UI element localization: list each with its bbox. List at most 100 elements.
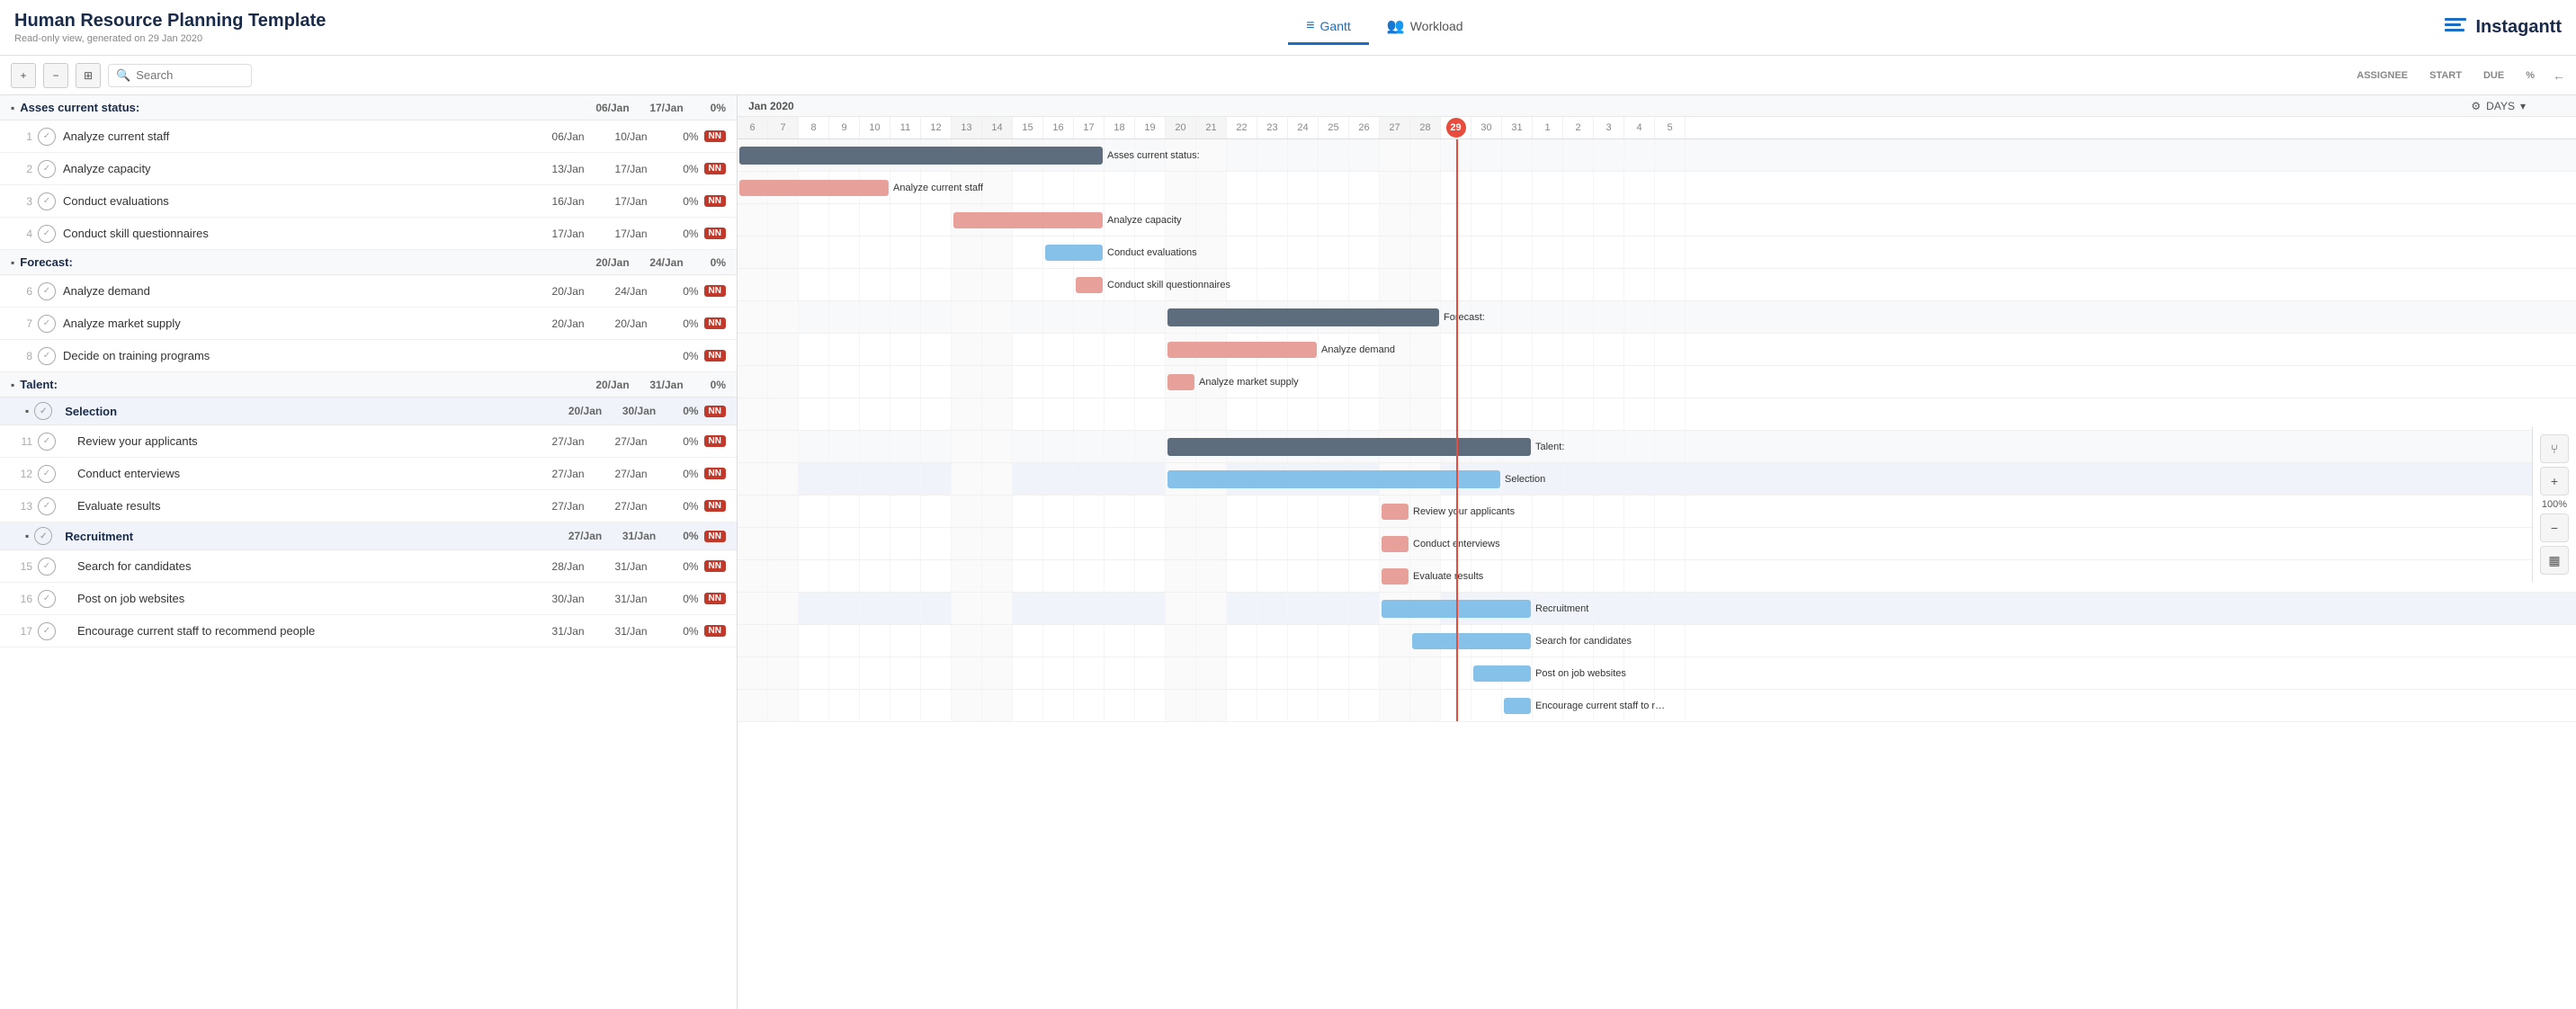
gantt-header: Jan 2020 ⚙ DAYS ▾ 6789101112131415161718…	[738, 95, 2576, 139]
task-num: 6	[11, 285, 32, 298]
logo: Instagantt	[2443, 13, 2562, 43]
bar-chart-button[interactable]: ▦	[2540, 546, 2569, 575]
subgroup-recruitment-label: Recruitment	[65, 530, 558, 543]
group-talent-start: 20/Jan	[586, 379, 640, 391]
search-input[interactable]	[136, 68, 244, 82]
collapse-recruitment[interactable]: ▪	[25, 530, 29, 542]
branch-button[interactable]: ⑂	[2540, 434, 2569, 463]
search-icon: 🔍	[116, 68, 130, 83]
task-row: 2 ✓ Analyze capacity 13/Jan 17/Jan 0% NN	[0, 153, 737, 185]
chevron-down-icon: ▾	[2520, 100, 2526, 112]
gantt-bar	[953, 212, 1103, 228]
task-check-icon: ✓	[38, 192, 56, 210]
task-name: Encourage current staff to recommend peo…	[63, 624, 465, 638]
task-start: 27/Jan	[537, 500, 600, 513]
expand-button[interactable]: +	[11, 63, 36, 88]
task-row: 12 ✓ Conduct enterviews 27/Jan 27/Jan 0%…	[0, 458, 737, 490]
tab-workload[interactable]: 👥 Workload	[1369, 10, 1481, 45]
gantt-month-row: Jan 2020 ⚙ DAYS ▾	[738, 95, 2576, 117]
task-row: 7 ✓ Analyze market supply 20/Jan 20/Jan …	[0, 308, 737, 340]
arrow-button[interactable]: ←	[2553, 68, 2565, 83]
gantt-bar	[1504, 698, 1531, 714]
task-name: Analyze market supply	[63, 317, 465, 330]
task-name: Analyze capacity	[63, 162, 465, 175]
task-check-icon: ✓	[38, 225, 56, 243]
gantt-row: Conduct enterviews	[738, 528, 2576, 560]
gantt-row: Evaluate results	[738, 560, 2576, 593]
collapse-selection[interactable]: ▪	[25, 405, 29, 417]
task-start: 17/Jan	[537, 228, 600, 240]
search-box[interactable]: 🔍	[108, 64, 252, 87]
grid-button[interactable]: ⊞	[76, 63, 101, 88]
gantt-bar-label: Evaluate results	[1413, 571, 1483, 582]
task-tag: NN	[704, 285, 726, 297]
task-start: 16/Jan	[537, 195, 600, 208]
zoom-in-button[interactable]: +	[2540, 467, 2569, 496]
task-row: 4 ✓ Conduct skill questionnaires 17/Jan …	[0, 218, 737, 250]
task-start: 27/Jan	[537, 435, 600, 448]
collapse-talent[interactable]: ▪	[11, 379, 14, 391]
task-row: 3 ✓ Conduct evaluations 16/Jan 17/Jan 0%…	[0, 185, 737, 218]
gantt-days-row: 6789101112131415161718192021222324252627…	[738, 117, 2576, 138]
zoom-pct: 100%	[2540, 499, 2569, 510]
gantt-tools: ⑂ + 100% − ▦	[2532, 427, 2576, 582]
task-start: 27/Jan	[537, 468, 600, 480]
tab-gantt-label: Gantt	[1320, 19, 1351, 33]
task-start: 28/Jan	[537, 560, 600, 573]
task-tag: NN	[704, 625, 726, 637]
task-num: 3	[11, 195, 32, 208]
task-due: 17/Jan	[600, 195, 663, 208]
subgroup-selection-due: 30/Jan	[613, 405, 666, 417]
gantt-row: Conduct evaluations	[738, 237, 2576, 269]
task-due: 27/Jan	[600, 468, 663, 480]
gantt-bar-label: Analyze capacity	[1107, 215, 1182, 226]
task-pct: 0%	[663, 130, 699, 143]
workload-icon: 👥	[1387, 17, 1405, 35]
gantt-bar	[1167, 438, 1531, 456]
gantt-row: Talent:	[738, 431, 2576, 463]
task-due: 17/Jan	[600, 228, 663, 240]
task-start: 31/Jan	[537, 625, 600, 638]
subgroup-selection-label: Selection	[65, 405, 558, 418]
tab-gantt[interactable]: ≡ Gantt	[1288, 10, 1369, 45]
task-due: 31/Jan	[600, 560, 663, 573]
task-tag: NN	[704, 560, 726, 572]
gantt-bar	[739, 147, 1103, 165]
gantt-bar-label: Forecast:	[1444, 312, 1485, 323]
task-tag: NN	[704, 228, 726, 239]
subgroup-recruitment-due: 31/Jan	[613, 530, 666, 542]
logo-text: Instagantt	[2475, 17, 2562, 38]
task-name: Review your applicants	[63, 434, 465, 448]
group-forecast-due: 24/Jan	[640, 256, 693, 269]
task-pct: 0%	[663, 350, 699, 362]
task-due: 31/Jan	[600, 625, 663, 638]
app-header: Human Resource Planning Template Read-on…	[0, 0, 2576, 56]
assignee-header: ASSIGNEE	[2346, 70, 2419, 81]
subgroup-selection: ▪ ✓ Selection 20/Jan 30/Jan 0% NN	[0, 397, 737, 425]
collapse-button[interactable]: −	[43, 63, 68, 88]
task-due: 17/Jan	[600, 163, 663, 175]
task-tag: NN	[704, 195, 726, 207]
task-check-icon: ✓	[38, 282, 56, 300]
toolbar: + − ⊞ 🔍 ASSIGNEE START DUE % ←	[0, 56, 2576, 95]
task-start: 13/Jan	[537, 163, 600, 175]
task-pct: 0%	[663, 435, 699, 448]
task-num: 7	[11, 317, 32, 330]
collapse-forecast[interactable]: ▪	[11, 256, 14, 269]
gantt-month-label: Jan 2020	[738, 100, 805, 112]
gantt-bar-label: Recruitment	[1535, 603, 1588, 614]
tab-workload-label: Workload	[1410, 19, 1463, 33]
task-check-icon: ✓	[38, 160, 56, 178]
main-content: ▪ Asses current status: 06/Jan 17/Jan 0%…	[0, 95, 2576, 1009]
task-name: Search for candidates	[63, 559, 465, 573]
task-pct: 0%	[663, 163, 699, 175]
task-due: 10/Jan	[600, 130, 663, 143]
task-check-icon: ✓	[38, 497, 56, 515]
task-name: Decide on training programs	[63, 349, 465, 362]
collapse-assess[interactable]: ▪	[11, 102, 14, 114]
task-num: 13	[11, 500, 32, 513]
task-name: Evaluate results	[63, 499, 465, 513]
group-assess-label: Asses current status:	[20, 101, 586, 114]
zoom-out-button[interactable]: −	[2540, 513, 2569, 542]
group-talent-label: Talent:	[20, 378, 586, 391]
